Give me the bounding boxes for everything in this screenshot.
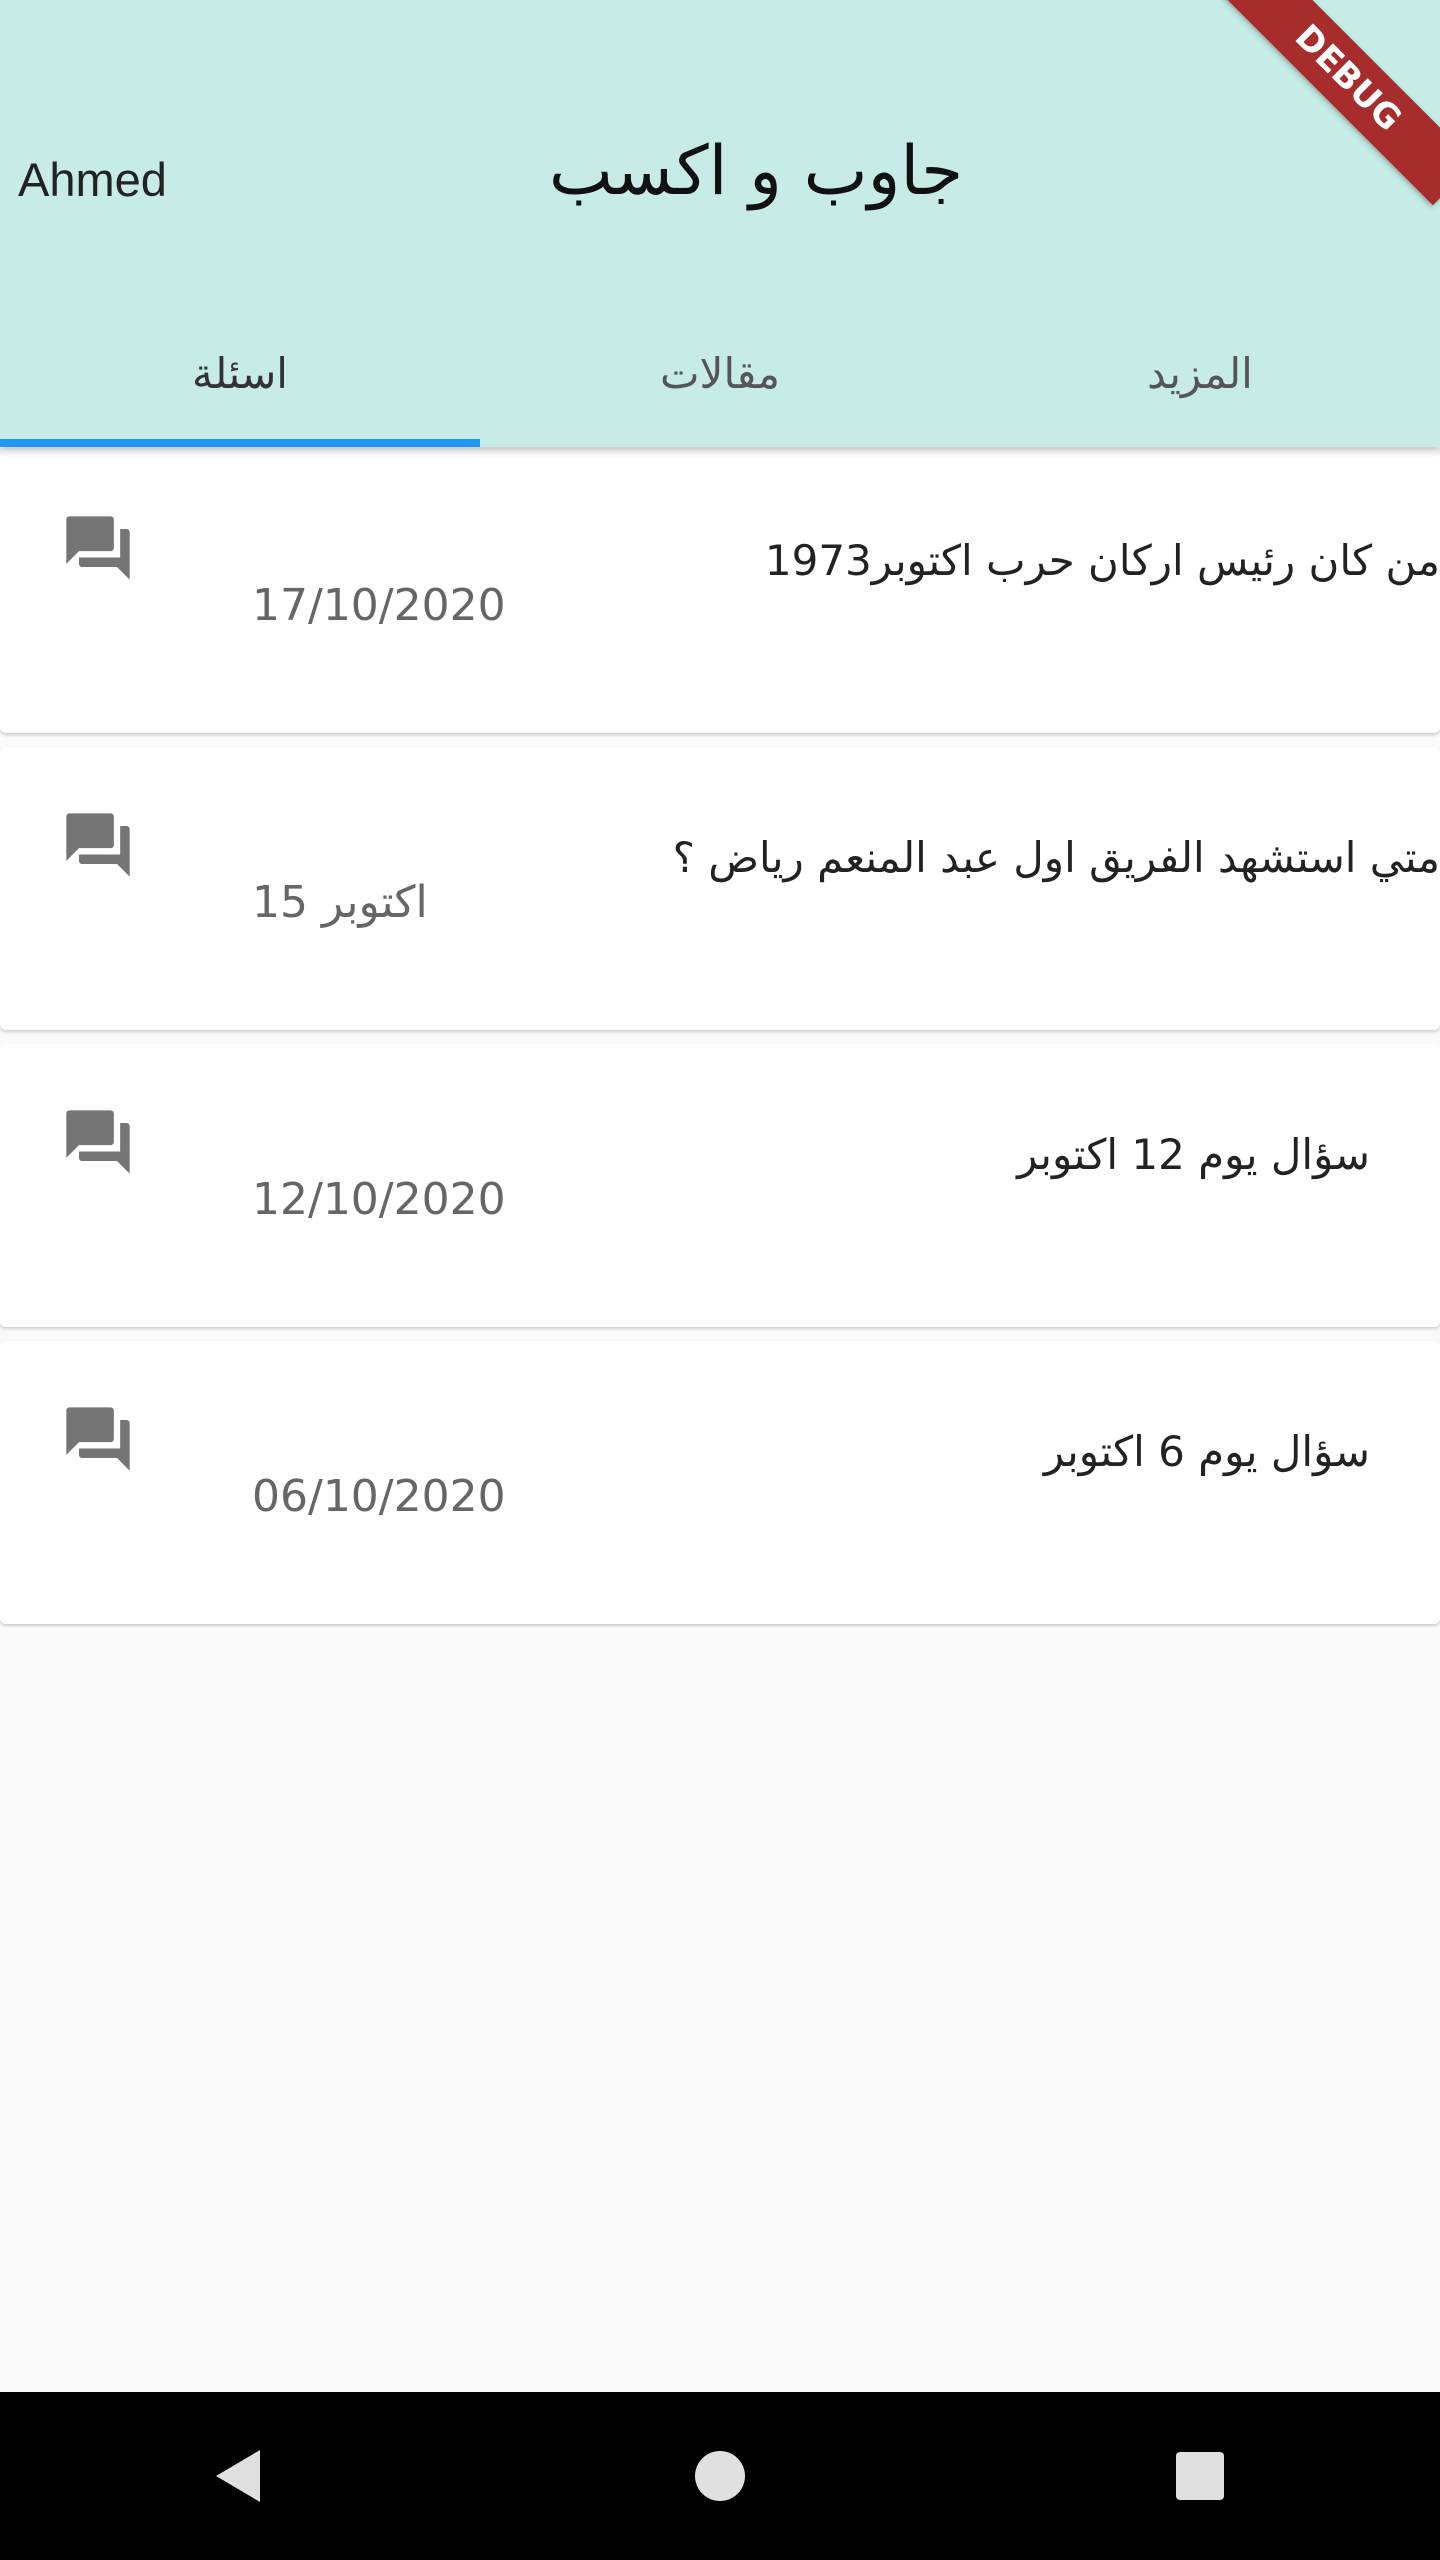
forum-icon — [66, 1407, 130, 1471]
back-icon — [216, 2450, 260, 2502]
question-card[interactable]: من كان رئيس اركان حرب اكتوبر1973 17/10/2… — [0, 450, 1440, 733]
tab-articles-label: مقالات — [659, 349, 781, 398]
forum-icon — [66, 516, 130, 580]
tab-articles[interactable]: مقالات — [480, 300, 960, 447]
forum-icon — [66, 1110, 130, 1174]
nav-home-button[interactable] — [660, 2416, 780, 2536]
app-title: جاوب و اكسب — [548, 132, 964, 211]
tab-more-label: المزيد — [1147, 349, 1253, 398]
question-title: سؤال يوم 12 اكتوبر — [1017, 1130, 1370, 1179]
nav-back-button[interactable] — [180, 2416, 300, 2536]
question-card[interactable]: متي استشهد الفريق اول عبد المنعم رياض ؟ … — [0, 747, 1440, 1030]
tab-bar: اسئلة مقالات المزيد — [0, 300, 1440, 447]
question-title: سؤال يوم 6 اكتوبر — [1043, 1427, 1370, 1476]
question-date: 15 اكتوبر — [252, 877, 428, 928]
tab-indicator — [0, 439, 480, 447]
tab-questions[interactable]: اسئلة — [0, 300, 480, 447]
app-screen: Ahmed جاوب و اكسب اسئلة مقالات المزيد DE… — [0, 0, 1440, 2560]
question-date: 12/10/2020 — [252, 1174, 506, 1225]
question-card[interactable]: سؤال يوم 12 اكتوبر 12/10/2020 — [0, 1044, 1440, 1327]
app-bar: Ahmed جاوب و اكسب اسئلة مقالات المزيد — [0, 0, 1440, 447]
nav-recents-button[interactable] — [1140, 2416, 1260, 2536]
questions-list: من كان رئيس اركان حرب اكتوبر1973 17/10/2… — [0, 450, 1440, 1638]
tab-questions-label: اسئلة — [192, 349, 288, 398]
question-card[interactable]: سؤال يوم 6 اكتوبر 06/10/2020 — [0, 1341, 1440, 1624]
question-date: 06/10/2020 — [252, 1471, 506, 1522]
question-title: متي استشهد الفريق اول عبد المنعم رياض ؟ — [672, 833, 1440, 882]
question-date: 17/10/2020 — [252, 580, 506, 631]
tab-more[interactable]: المزيد — [960, 300, 1440, 447]
question-title: من كان رئيس اركان حرب اكتوبر1973 — [764, 536, 1440, 585]
forum-icon — [66, 813, 130, 877]
recents-icon — [1176, 2452, 1224, 2500]
system-nav-bar — [0, 2392, 1440, 2560]
home-icon — [695, 2451, 745, 2501]
